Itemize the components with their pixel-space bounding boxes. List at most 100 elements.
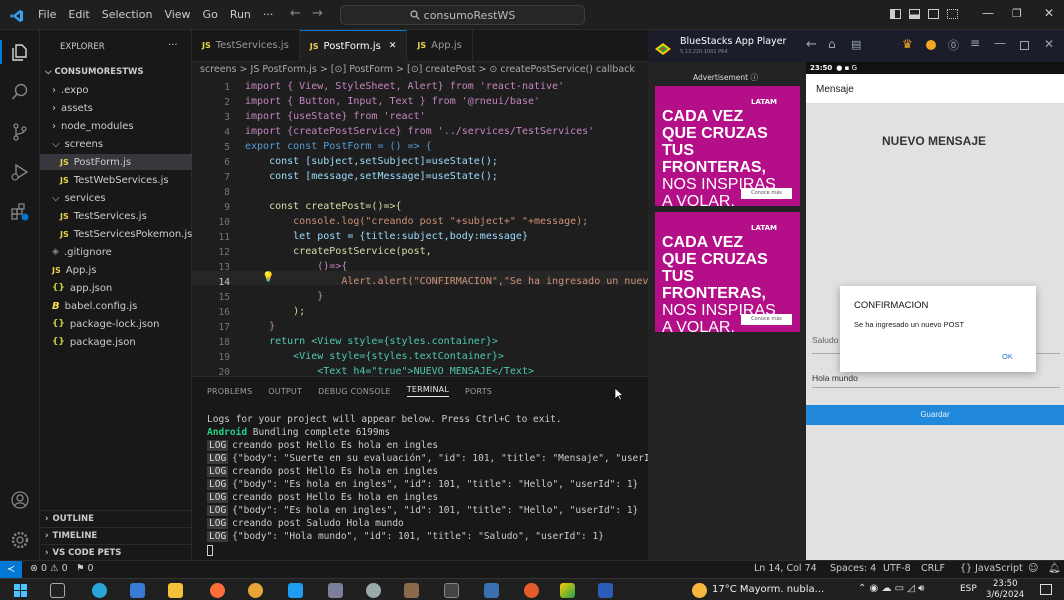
notification-center-icon[interactable]	[1040, 584, 1052, 595]
extensions-icon[interactable]	[10, 202, 30, 222]
notifications-bell-icon[interactable]: 🔔︎	[1048, 563, 1061, 574]
app-icon[interactable]	[404, 583, 419, 598]
toggle-panel-icon[interactable]	[909, 9, 920, 19]
minimize-icon[interactable]: —	[982, 6, 994, 20]
restore-icon[interactable]: ❐	[1012, 7, 1022, 20]
weather-text[interactable]: 17°C Mayorm. nubla...	[712, 584, 824, 595]
tree-file-babel-config[interactable]: Bbabel.config.js	[40, 298, 192, 314]
tree-folder-node-modules[interactable]: › node_modules	[40, 118, 192, 134]
bs-menu-icon[interactable]: ≡	[970, 36, 980, 50]
ports-status[interactable]: ⚑ 0	[76, 563, 94, 574]
weather-icon[interactable]	[692, 583, 707, 598]
ad-banner[interactable]: LATAM CADA VEZ QUE CRUZAS TUS FRONTERAS,…	[655, 86, 800, 210]
indentation[interactable]: Spaces: 4	[830, 563, 876, 574]
bs-help-icon[interactable]: ⓪	[948, 37, 959, 53]
tree-file-gitignore[interactable]: ◈ .gitignore	[40, 244, 192, 260]
terminal-cursor[interactable]	[207, 545, 213, 556]
project-root-row[interactable]: ⌵ CONSUMORESTWS	[40, 64, 192, 80]
timeline-section[interactable]: › TIMELINE	[40, 527, 192, 543]
subject-field[interactable]: Saludo	[812, 335, 838, 345]
menu-go[interactable]: Go	[203, 8, 218, 21]
menu-file[interactable]: File	[38, 8, 56, 21]
manage-gear-icon[interactable]	[10, 530, 30, 550]
ad-cta-button[interactable]: Conoce más	[741, 188, 792, 199]
bs-back-icon[interactable]: ←	[806, 37, 817, 52]
nav-back-icon[interactable]: ←	[290, 6, 301, 21]
remote-indicator-icon[interactable]: ≺	[0, 561, 22, 578]
menu-more[interactable]: ···	[263, 8, 274, 21]
bs-crown-icon[interactable]: ♛	[902, 37, 913, 51]
bluestacks-taskbar-icon[interactable]	[560, 583, 575, 598]
source-control-icon[interactable]	[10, 122, 30, 142]
account-icon[interactable]	[10, 490, 30, 510]
tab-app-js[interactable]: JS App.js	[407, 29, 473, 62]
firefox-icon[interactable]	[210, 583, 225, 598]
tab-debug-console[interactable]: DEBUG CONSOLE	[318, 387, 391, 396]
toggle-sidebar-icon[interactable]	[890, 9, 901, 19]
tree-file-testservicespokemon[interactable]: JS TestServicesPokemon.js	[40, 226, 192, 242]
tab-testservices[interactable]: JS TestServices.js	[192, 29, 300, 62]
explorer-icon[interactable]	[10, 42, 30, 62]
bs-close-icon[interactable]: ✕	[1044, 37, 1054, 51]
menu-edit[interactable]: Edit	[68, 8, 89, 21]
breadcrumb[interactable]: screens > JS PostForm.js > [⊙] PostForm …	[200, 64, 648, 80]
edge-icon[interactable]	[92, 583, 107, 598]
nav-forward-icon[interactable]: →	[312, 6, 323, 21]
bs-multitask-icon[interactable]: ▤	[851, 38, 861, 51]
input-language[interactable]: ESP	[960, 584, 977, 594]
chrome-icon[interactable]	[248, 583, 263, 598]
encoding[interactable]: UTF-8	[883, 563, 911, 574]
tree-file-package-lock[interactable]: {} package-lock.json	[40, 316, 192, 332]
store-icon[interactable]	[130, 583, 145, 598]
tree-folder-expo[interactable]: › .expo	[40, 82, 192, 98]
file-explorer-icon[interactable]	[168, 583, 183, 598]
tree-file-postform[interactable]: JS PostForm.js	[40, 154, 192, 170]
menu-selection[interactable]: Selection	[102, 8, 153, 21]
windows-start-icon[interactable]	[14, 584, 27, 597]
clock-time[interactable]: 23:50	[993, 579, 1018, 589]
bs-maximize-icon[interactable]	[1020, 41, 1029, 50]
app-icon[interactable]	[484, 583, 499, 598]
close-tab-icon[interactable]: ✕	[389, 41, 397, 51]
tree-file-package-json[interactable]: {} package.json	[40, 334, 192, 350]
tab-ports[interactable]: PORTS	[465, 387, 492, 396]
app-icon[interactable]	[524, 583, 539, 598]
cursor-position[interactable]: Ln 14, Col 74	[754, 563, 817, 574]
message-field[interactable]: Hola mundo	[812, 373, 858, 383]
toggle-secondary-sidebar-icon[interactable]	[928, 9, 939, 19]
settings-gear-icon[interactable]	[366, 583, 381, 598]
word-icon[interactable]	[598, 583, 613, 598]
tree-file-testservices[interactable]: JS TestServices.js	[40, 208, 192, 224]
explorer-more-button[interactable]: ···	[168, 40, 178, 51]
vscode-taskbar-icon[interactable]	[288, 583, 303, 598]
bs-minimize-icon[interactable]: —	[994, 36, 1006, 50]
tab-output[interactable]: OUTPUT	[268, 387, 302, 396]
task-view-icon[interactable]	[50, 583, 65, 598]
app-icon[interactable]	[328, 583, 343, 598]
save-button[interactable]: Guardar	[806, 405, 1064, 425]
language-mode[interactable]: {} JavaScript	[960, 563, 1023, 574]
ad-banner[interactable]: LATAM CADA VEZ QUE CRUZAS TUS FRONTERAS,…	[655, 212, 800, 336]
feedback-icon[interactable]: ☺	[1028, 563, 1038, 574]
tree-folder-screens[interactable]: ⌵ screens	[40, 136, 192, 152]
problems-status[interactable]: ⊗ 0 ⚠ 0	[30, 563, 68, 574]
tree-folder-assets[interactable]: › assets	[40, 100, 192, 116]
ad-cta-button[interactable]: Conoce más	[741, 314, 792, 325]
dialog-ok-button[interactable]: OK	[1002, 352, 1013, 361]
system-tray-icons[interactable]: ⌃ ◉ ☁ ▭ ◿ 🔊︎	[858, 583, 924, 594]
command-center-search[interactable]: consumoRestWS	[340, 5, 585, 25]
run-debug-icon[interactable]	[10, 162, 30, 182]
close-window-icon[interactable]: ✕	[1044, 6, 1054, 20]
search-icon[interactable]	[10, 82, 30, 102]
clock-date[interactable]: 3/6/2024	[986, 590, 1024, 600]
tree-file-app-json[interactable]: {} app.json	[40, 280, 192, 296]
vscode-pets-section[interactable]: › VS CODE PETS	[40, 544, 192, 560]
menu-run[interactable]: Run	[230, 8, 251, 21]
line-ending[interactable]: CRLF	[921, 563, 945, 574]
tab-terminal[interactable]: TERMINAL	[406, 385, 450, 397]
customize-layout-icon[interactable]	[947, 9, 958, 19]
tree-file-testwebservices[interactable]: JS TestWebServices.js	[40, 172, 192, 188]
bs-points-icon[interactable]	[926, 40, 936, 50]
tree-folder-services[interactable]: ⌵ services	[40, 190, 192, 206]
menu-view[interactable]: View	[164, 8, 190, 21]
